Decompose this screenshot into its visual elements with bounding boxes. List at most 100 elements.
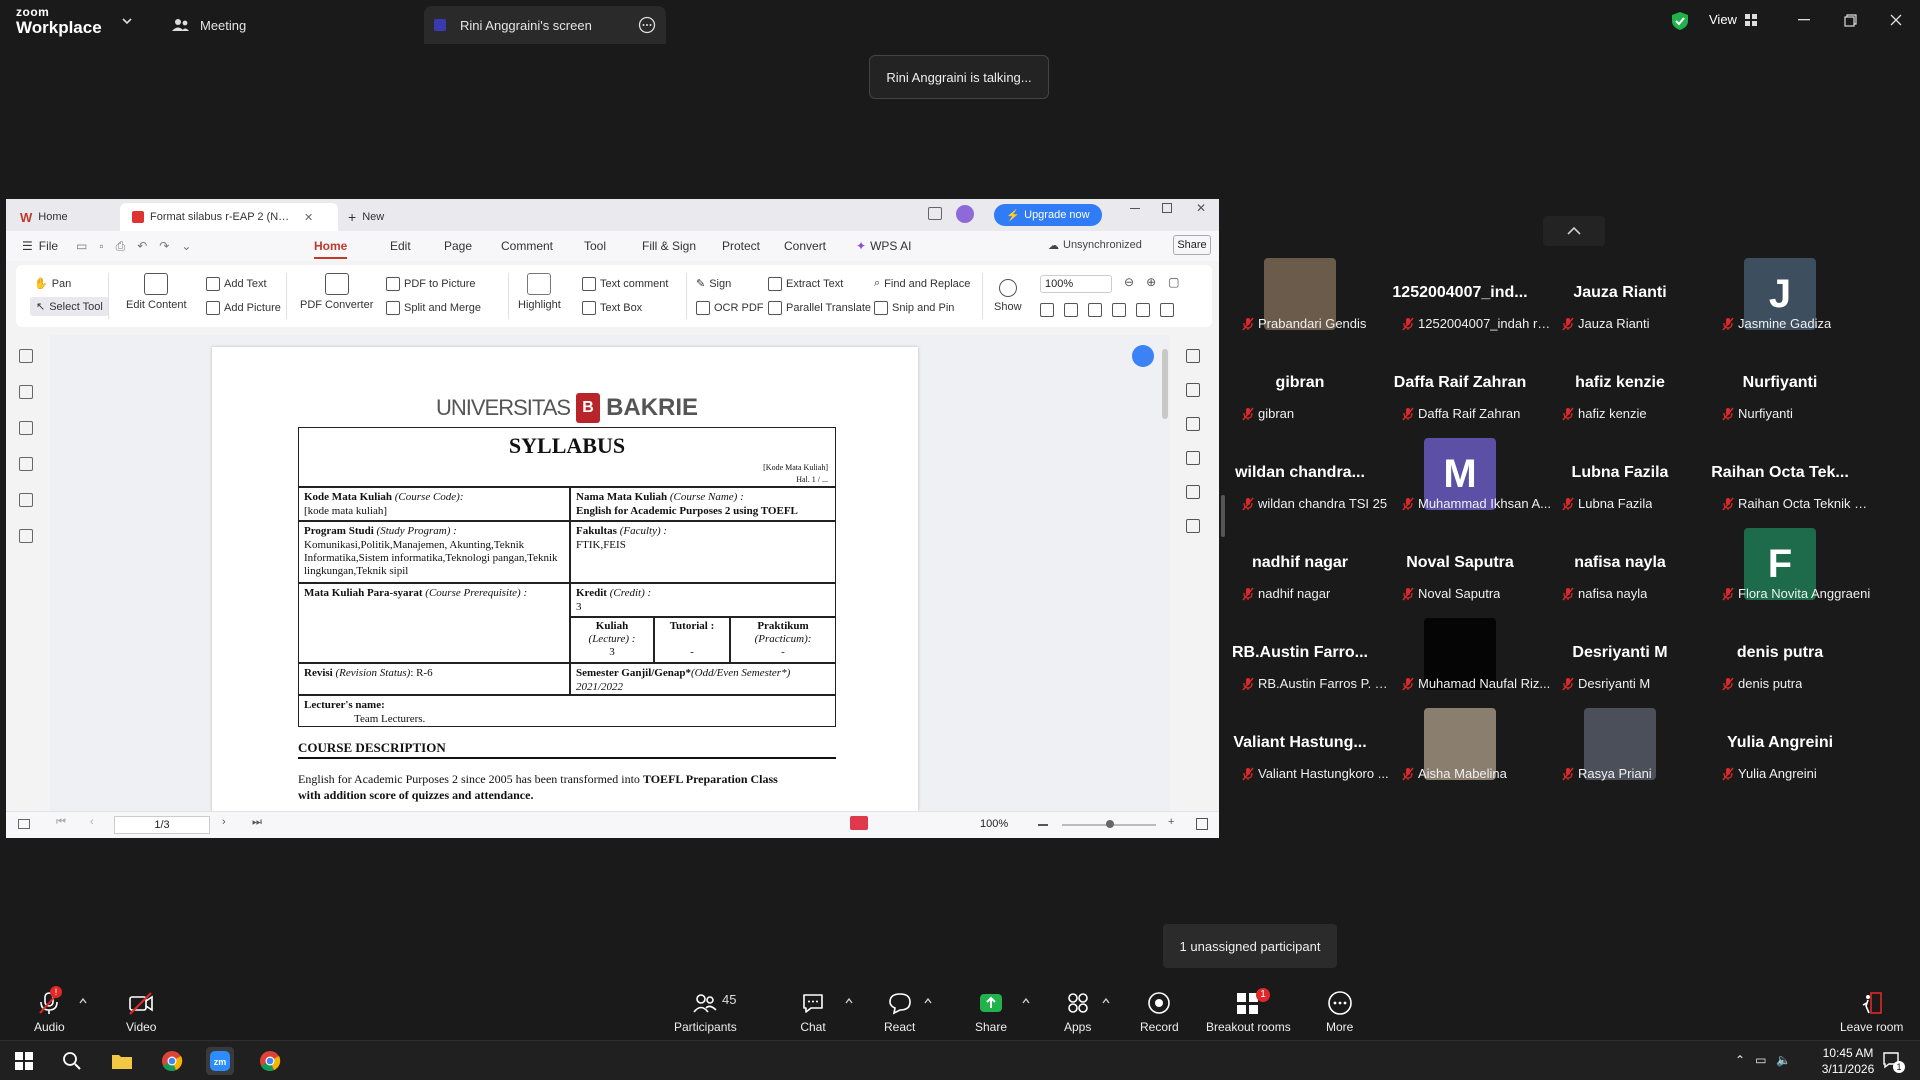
restore-button[interactable] bbox=[1838, 10, 1862, 30]
thumbnails-icon[interactable] bbox=[19, 385, 33, 399]
highlight-button[interactable]: Highlight bbox=[518, 273, 561, 311]
apps-button[interactable]: Apps bbox=[1064, 990, 1091, 1034]
print-icon[interactable]: ⎙ bbox=[116, 239, 126, 254]
undo-icon[interactable]: ↶ bbox=[137, 239, 147, 254]
add-picture-button[interactable]: Add Picture bbox=[206, 301, 281, 315]
pan-tool-button[interactable]: ✋ Pan bbox=[34, 277, 71, 291]
save-icon[interactable]: ▫ bbox=[99, 239, 103, 254]
find-replace-button[interactable]: ⌕ Find and Replace bbox=[874, 277, 970, 290]
menu-edit[interactable]: Edit bbox=[390, 239, 411, 253]
single-page-icon[interactable] bbox=[1040, 303, 1054, 317]
extract-text-button[interactable]: Extract Text bbox=[768, 277, 843, 291]
menu-file[interactable]: ☰ File bbox=[22, 239, 58, 253]
chat-button[interactable]: Chat bbox=[800, 990, 826, 1034]
chrome-icon[interactable] bbox=[158, 1047, 186, 1075]
prev-page-icon[interactable]: ‹ bbox=[90, 816, 94, 828]
zoom-select[interactable]: 100% bbox=[1040, 275, 1112, 293]
minimize-panel-icon[interactable] bbox=[1186, 349, 1200, 363]
layers-icon[interactable] bbox=[19, 529, 33, 543]
continuous-icon[interactable] bbox=[1088, 303, 1102, 317]
menu-convert[interactable]: Convert bbox=[784, 239, 826, 253]
zoom-out-icon[interactable]: ⊖ bbox=[1124, 275, 1134, 289]
menu-tool[interactable]: Tool bbox=[584, 239, 606, 253]
crop-icon[interactable] bbox=[1064, 303, 1078, 317]
record-button[interactable]: Record bbox=[1140, 990, 1179, 1034]
wps-new-tab[interactable]: + New bbox=[348, 203, 384, 231]
bookmark-icon[interactable] bbox=[19, 349, 33, 363]
parallel-translate-button[interactable]: Parallel Translate bbox=[768, 301, 871, 315]
menu-protect[interactable]: Protect bbox=[722, 239, 760, 253]
status-zoom-in-icon[interactable]: + bbox=[1168, 816, 1174, 828]
sign-button[interactable]: ✎ Sign bbox=[696, 277, 731, 291]
menu-wps-ai[interactable]: ✦ WPS AI bbox=[856, 239, 911, 253]
book-icon[interactable] bbox=[1160, 303, 1174, 317]
rotate-icon[interactable] bbox=[1112, 303, 1126, 317]
tray-chevron-icon[interactable]: ⌃ bbox=[1735, 1053, 1745, 1067]
windows-start-icon[interactable] bbox=[10, 1047, 38, 1075]
tab-shared-screen[interactable]: Rini Anggraini's screen bbox=[424, 6, 666, 44]
wps-close-button[interactable]: ✕ bbox=[1196, 201, 1206, 215]
share-caret-icon[interactable] bbox=[1021, 996, 1031, 1006]
signature-icon[interactable] bbox=[19, 493, 33, 507]
network-icon[interactable]: ▭ bbox=[1755, 1053, 1766, 1067]
chevron-down-icon[interactable] bbox=[122, 17, 132, 25]
react-button[interactable]: React bbox=[884, 990, 915, 1034]
attachment-icon[interactable] bbox=[19, 457, 33, 471]
wps-file-tab[interactable]: Format silabus r-EAP 2 (NEW) ✕ bbox=[120, 203, 338, 231]
comments-icon[interactable] bbox=[19, 421, 33, 435]
wps-restore-button[interactable] bbox=[1162, 203, 1172, 213]
unassigned-participant-notice[interactable]: 1 unassigned participant bbox=[1163, 924, 1337, 968]
apps-caret-icon[interactable] bbox=[1101, 996, 1111, 1006]
dropdown-icon[interactable]: ⌄ bbox=[181, 239, 191, 254]
security-shield-icon[interactable] bbox=[1671, 11, 1689, 31]
menu-home[interactable]: Home bbox=[314, 239, 348, 259]
minimize-button[interactable] bbox=[1792, 10, 1816, 30]
user-avatar[interactable] bbox=[956, 205, 974, 223]
edit-content-button[interactable]: Edit Content bbox=[126, 273, 187, 311]
wps-home-tab[interactable]: W Home bbox=[20, 203, 68, 231]
text-comment-button[interactable]: Text comment bbox=[582, 277, 668, 291]
status-zoom-out-icon[interactable] bbox=[1038, 824, 1048, 826]
fullscreen-icon[interactable] bbox=[1196, 818, 1208, 830]
ai-assistant-icon[interactable] bbox=[1132, 345, 1154, 367]
more-button[interactable]: More bbox=[1326, 990, 1353, 1034]
zoom-slider-thumb[interactable] bbox=[1106, 820, 1114, 828]
file-explorer-icon[interactable] bbox=[108, 1047, 136, 1075]
show-button[interactable]: Show bbox=[994, 279, 1022, 313]
apps-icon[interactable] bbox=[1186, 519, 1200, 533]
menu-page[interactable]: Page bbox=[444, 239, 472, 253]
sidebar-toggle-icon[interactable] bbox=[18, 819, 30, 829]
share-button[interactable]: Share bbox=[975, 990, 1007, 1034]
ocr-pdf-button[interactable]: OCR PDF bbox=[696, 301, 764, 315]
read-icon[interactable] bbox=[1186, 485, 1200, 499]
record-screen-icon[interactable] bbox=[850, 816, 868, 830]
react-caret-icon[interactable] bbox=[923, 996, 933, 1006]
snip-pin-button[interactable]: Snip and Pin bbox=[874, 301, 954, 315]
view-button[interactable]: View bbox=[1709, 12, 1757, 27]
search-doc-icon[interactable] bbox=[1186, 383, 1200, 397]
wps-minimize-button[interactable] bbox=[1130, 208, 1140, 209]
chat-caret-icon[interactable] bbox=[844, 996, 854, 1006]
vertical-scrollbar[interactable] bbox=[1162, 349, 1168, 419]
tab-meeting[interactable]: Meeting bbox=[168, 6, 418, 44]
split-merge-button[interactable]: Split and Merge bbox=[386, 301, 481, 315]
zoom-in-icon[interactable]: ⊕ bbox=[1146, 275, 1156, 289]
folder-icon[interactable]: ▭ bbox=[76, 239, 87, 254]
sync-status[interactable]: ☁ Unsynchronized bbox=[1048, 239, 1142, 252]
wps-share-button[interactable]: Share bbox=[1173, 235, 1211, 255]
upgrade-button[interactable]: ⚡ Upgrade now bbox=[994, 204, 1102, 226]
leave-room-button[interactable]: Leave room bbox=[1840, 990, 1903, 1034]
gallery-collapse-button[interactable] bbox=[1543, 216, 1605, 246]
page-number-input[interactable]: 1/3 bbox=[114, 816, 210, 834]
breakout-rooms-button[interactable]: Breakout rooms bbox=[1206, 990, 1291, 1034]
chrome-profile-icon[interactable] bbox=[256, 1047, 284, 1075]
panel-resize-handle[interactable] bbox=[1221, 495, 1225, 537]
copy-icon[interactable] bbox=[1136, 303, 1150, 317]
menu-comment[interactable]: Comment bbox=[501, 239, 553, 253]
video-button[interactable]: Video bbox=[126, 990, 156, 1034]
help-icon[interactable] bbox=[1186, 417, 1200, 431]
clock[interactable]: 10:45 AM 3/11/2026 bbox=[1808, 1045, 1888, 1077]
select-tool-button[interactable]: ↖ Select Tool bbox=[30, 297, 109, 316]
tab-close-icon[interactable]: ✕ bbox=[304, 211, 313, 224]
next-page-icon[interactable]: › bbox=[222, 816, 226, 828]
